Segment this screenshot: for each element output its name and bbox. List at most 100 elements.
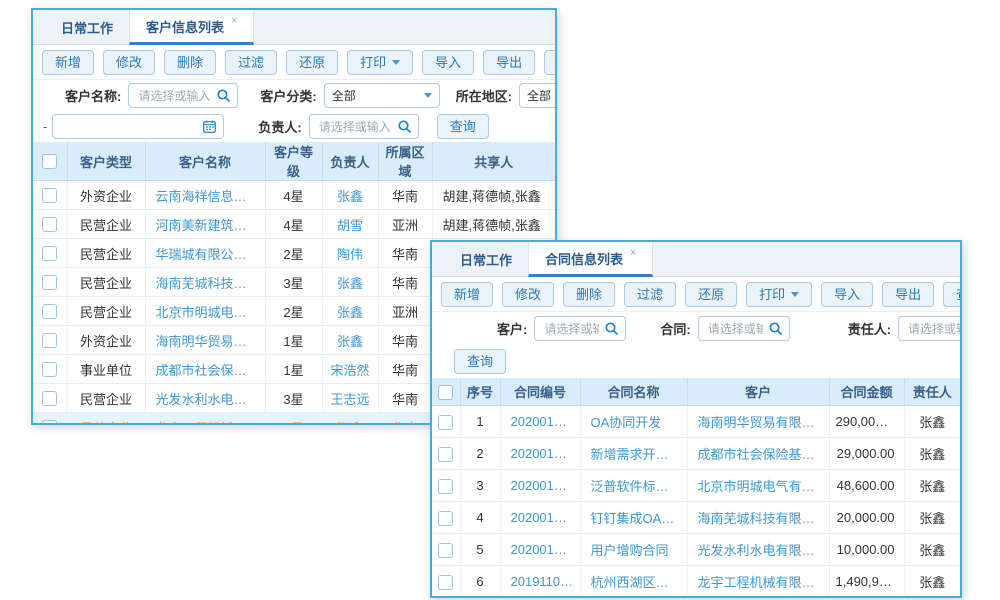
row-checkbox[interactable] xyxy=(42,188,57,203)
cell-customer[interactable]: 光发水利水电有限公司 xyxy=(687,534,829,566)
table-row[interactable]: 42020010001钉钉集成OA办公海南芜城科技有限公司20,000.00张鑫 xyxy=(432,502,960,534)
cell-owner[interactable]: 张鑫 xyxy=(322,181,378,210)
cell-contract-no[interactable]: 2020010005 xyxy=(500,406,580,438)
cell-name[interactable]: 成都市社会保险基金... xyxy=(145,355,265,384)
table-row[interactable]: 62019110002杭州西湖区广电...龙宇工程机械有限公司1,490,90.… xyxy=(432,566,960,598)
cell-name[interactable]: 华瑞城有限公司广告... xyxy=(145,239,265,268)
owner-input[interactable] xyxy=(309,114,419,139)
cell-contract-name[interactable]: OA协同开发 xyxy=(580,406,687,438)
print-button[interactable]: 打印 xyxy=(746,282,812,307)
chevron-down-icon[interactable] xyxy=(424,93,432,98)
search-icon[interactable] xyxy=(605,322,618,335)
select-all-checkbox[interactable] xyxy=(438,385,453,400)
row-checkbox[interactable] xyxy=(42,246,57,261)
import-button[interactable]: 导入 xyxy=(422,50,474,75)
edit-button[interactable]: 修改 xyxy=(103,50,155,75)
row-checkbox[interactable] xyxy=(42,304,57,319)
row-checkbox[interactable] xyxy=(42,420,57,425)
restore-button[interactable]: 还原 xyxy=(286,50,338,75)
calendar-icon[interactable] xyxy=(203,120,216,133)
row-checkbox[interactable] xyxy=(438,543,453,558)
import-button[interactable]: 导入 xyxy=(821,282,873,307)
cell-customer[interactable]: 龙宇工程机械有限公司 xyxy=(687,566,829,598)
row-checkbox[interactable] xyxy=(42,362,57,377)
select-all-checkbox[interactable] xyxy=(42,154,57,169)
cell-name[interactable]: 龙宇工程机械有限公司 xyxy=(145,413,265,426)
delete-button[interactable]: 删除 xyxy=(563,282,615,307)
tab-customer-list[interactable]: 客户信息列表 × xyxy=(129,10,254,45)
row-checkbox[interactable] xyxy=(438,575,453,590)
row-checkbox[interactable] xyxy=(438,415,453,430)
cell-owner[interactable]: 胡雪 xyxy=(322,210,378,239)
row-checkbox[interactable] xyxy=(438,479,453,494)
customer-category-select[interactable]: 全部 xyxy=(324,83,440,108)
cell-owner[interactable]: 陶伟 xyxy=(322,239,378,268)
cell-name[interactable]: 海南明华贸易有限公司 xyxy=(145,326,265,355)
add-button[interactable]: 新增 xyxy=(42,50,94,75)
table-row[interactable]: 52020010002用户增购合同光发水利水电有限公司10,000.00张鑫 xyxy=(432,534,960,566)
region-select[interactable]: 全部 xyxy=(519,83,555,108)
cell-contract-name[interactable]: 钉钉集成OA办公 xyxy=(580,502,687,534)
cell-contract-name[interactable]: 用户增购合同 xyxy=(580,534,687,566)
cell-contract-name[interactable]: 泛普软件标准版... xyxy=(580,470,687,502)
edit-button[interactable]: 修改 xyxy=(502,282,554,307)
customer-name-input[interactable] xyxy=(128,83,238,108)
view-log-button[interactable]: 查看日志 xyxy=(943,282,962,307)
cell-contract-no[interactable]: 2020010001 xyxy=(500,502,580,534)
cell-owner[interactable]: 张鑫 xyxy=(322,413,378,426)
contract-filter-input[interactable] xyxy=(698,316,790,341)
print-button[interactable]: 打印 xyxy=(347,50,413,75)
tab-contract-list[interactable]: 合同信息列表 × xyxy=(528,242,653,277)
export-button[interactable]: 导出 xyxy=(483,50,535,75)
table-row[interactable]: 32020010004泛普软件标准版...北京市明城电气有限...48,600.… xyxy=(432,470,960,502)
export-button[interactable]: 导出 xyxy=(882,282,934,307)
cell-customer[interactable]: 海南芜城科技有限公司 xyxy=(687,502,829,534)
cell-contract-name[interactable]: 新增需求开发合同 xyxy=(580,438,687,470)
cell-owner[interactable]: 张鑫 xyxy=(322,268,378,297)
owner-filter-input[interactable] xyxy=(898,316,960,341)
row-checkbox[interactable] xyxy=(438,447,453,462)
tab-daily-work[interactable]: 日常工作 xyxy=(444,242,528,276)
query-button[interactable]: 查询 xyxy=(454,349,506,374)
add-button[interactable]: 新增 xyxy=(441,282,493,307)
cell-name[interactable]: 河南美新建筑工程公司 xyxy=(145,210,265,239)
cell-contract-no[interactable]: 2020010004 xyxy=(500,470,580,502)
close-icon[interactable]: × xyxy=(231,15,237,27)
cell-name[interactable]: 北京市明城电气有限... xyxy=(145,297,265,326)
view-log-button[interactable]: 查看日志 xyxy=(544,50,557,75)
cell-contract-name[interactable]: 杭州西湖区广电... xyxy=(580,566,687,598)
cell-name[interactable]: 光发水利水电有限公司 xyxy=(145,384,265,413)
cell-owner[interactable]: 张鑫 xyxy=(322,297,378,326)
table-row[interactable]: 外资企业云南海祥信息有限公司4星张鑫华南胡建,蒋德帧,张鑫 xyxy=(33,181,555,210)
row-checkbox[interactable] xyxy=(42,391,57,406)
row-checkbox[interactable] xyxy=(42,333,57,348)
cell-customer[interactable]: 成都市社会保险基金... xyxy=(687,438,829,470)
close-icon[interactable]: × xyxy=(630,247,636,259)
cell-contract-no[interactable]: 2020010003 xyxy=(500,438,580,470)
cell-contract-no[interactable]: 2019110002 xyxy=(500,566,580,598)
date-input[interactable] xyxy=(52,114,224,139)
cell-name[interactable]: 云南海祥信息有限公司 xyxy=(145,181,265,210)
cell-owner[interactable]: 宋浩然 xyxy=(322,355,378,384)
table-row[interactable]: 12020010005OA协同开发海南明华贸易有限公司290,000.00张鑫 xyxy=(432,406,960,438)
search-icon[interactable] xyxy=(398,120,411,133)
cell-contract-no[interactable]: 2020010002 xyxy=(500,534,580,566)
cell-name[interactable]: 海南芜城科技有限公司 xyxy=(145,268,265,297)
table-row[interactable]: 民营企业河南美新建筑工程公司4星胡雪亚洲胡建,蒋德帧,张鑫 xyxy=(33,210,555,239)
row-checkbox[interactable] xyxy=(42,217,57,232)
row-checkbox[interactable] xyxy=(438,511,453,526)
restore-button[interactable]: 还原 xyxy=(685,282,737,307)
search-icon[interactable] xyxy=(769,322,782,335)
cell-customer[interactable]: 北京市明城电气有限... xyxy=(687,470,829,502)
row-checkbox[interactable] xyxy=(42,275,57,290)
search-icon[interactable] xyxy=(217,89,230,102)
filter-button[interactable]: 过滤 xyxy=(624,282,676,307)
cell-owner[interactable]: 王志远 xyxy=(322,384,378,413)
delete-button[interactable]: 删除 xyxy=(164,50,216,75)
cell-owner[interactable]: 张鑫 xyxy=(322,326,378,355)
query-button[interactable]: 查询 xyxy=(437,114,489,139)
cell-customer[interactable]: 海南明华贸易有限公司 xyxy=(687,406,829,438)
filter-button[interactable]: 过滤 xyxy=(225,50,277,75)
tab-daily-work[interactable]: 日常工作 xyxy=(45,10,129,44)
customer-filter-input[interactable] xyxy=(534,316,626,341)
